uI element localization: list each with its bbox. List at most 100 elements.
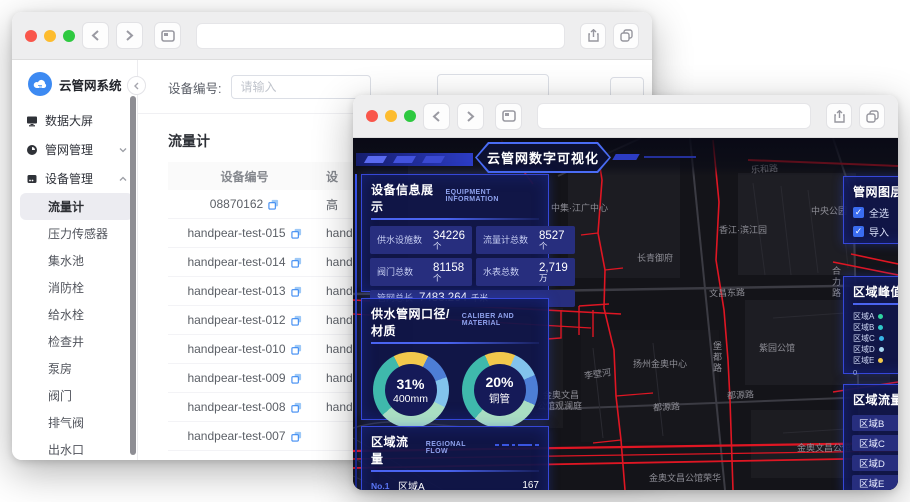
sidebar-collapse-button[interactable] bbox=[127, 76, 146, 95]
zoom-window-button[interactable] bbox=[63, 29, 75, 42]
device-number-input[interactable] bbox=[231, 75, 372, 99]
sidebar-item-flow-meter[interactable]: 流量计 bbox=[20, 193, 133, 220]
deco-line bbox=[644, 156, 696, 158]
sidebar-item-label: 数据大屏 bbox=[45, 114, 94, 128]
checkbox-checked-icon[interactable]: ✓ bbox=[853, 226, 864, 237]
poi-label: 紫园公馆 bbox=[759, 343, 796, 353]
title-underline bbox=[371, 470, 539, 472]
copy-icon[interactable] bbox=[290, 402, 302, 413]
panel-title: 区域流量 bbox=[853, 393, 898, 407]
stat-water-facilities: 供水设施数 34226 个 bbox=[370, 226, 472, 254]
tab-overview-icon[interactable] bbox=[154, 22, 181, 49]
address-bar[interactable] bbox=[537, 103, 811, 129]
poi-label: 香江·滨江园 bbox=[719, 225, 767, 235]
back-button[interactable] bbox=[423, 102, 450, 130]
regional-peak-panel: 区域峰值 区域A 区域B 区域C 区域D 区域E 0 bbox=[843, 276, 898, 377]
legend-dot bbox=[878, 346, 884, 352]
sidebar-scrollbar[interactable] bbox=[130, 96, 136, 455]
address-bar[interactable] bbox=[196, 22, 565, 49]
browser-chrome bbox=[353, 95, 898, 138]
panel-title: 供水管网口径/材质 bbox=[371, 307, 450, 338]
filter-bar: 设备编号: bbox=[138, 60, 652, 101]
stat-water-meters: 水表总数 2,719 万 bbox=[475, 258, 575, 286]
panel-subtitle: REGIONAL FLOW bbox=[425, 441, 466, 455]
browser-chrome bbox=[12, 12, 652, 60]
zoom-window-button[interactable] bbox=[404, 110, 416, 122]
title-underline bbox=[371, 342, 539, 344]
sidebar-item-pressure-sensor[interactable]: 压力传感器 bbox=[12, 220, 137, 247]
back-button[interactable] bbox=[82, 22, 109, 49]
copy-icon[interactable] bbox=[290, 315, 302, 326]
deco-chip bbox=[421, 156, 446, 163]
sidebar-item-pipe-management[interactable]: 管网管理 bbox=[12, 135, 137, 164]
dashboard-title: 云管网数字可视化 bbox=[486, 151, 599, 166]
sidebar-item-inspection-well[interactable]: 检查井 bbox=[12, 328, 137, 355]
device-number-label: 设备编号: bbox=[168, 81, 222, 96]
close-window-button[interactable] bbox=[366, 110, 378, 122]
tabs-copy-icon[interactable] bbox=[613, 22, 639, 49]
legend-item: 区域C bbox=[844, 333, 898, 343]
caliber-donut-chart: 31% 400mm bbox=[372, 352, 449, 428]
stat-flow-meters: 流量计总数 8527 个 bbox=[475, 226, 575, 254]
title-underline bbox=[371, 218, 539, 220]
copy-icon[interactable] bbox=[290, 373, 302, 384]
layer-import[interactable]: ✓ 导入 bbox=[844, 222, 898, 241]
tab-overview-icon[interactable] bbox=[495, 102, 522, 130]
sidebar-item-outlet[interactable]: 出水口 bbox=[12, 436, 137, 460]
checkbox-checked-icon[interactable]: ✓ bbox=[853, 207, 864, 218]
sidebar-item-device-management[interactable]: 设备管理 bbox=[12, 164, 137, 193]
visualization-dashboard: 乐和路 中集·江广中心 香江·滨江园 中央公园 长青御府 文昌东路 合力路 堡都… bbox=[353, 138, 898, 490]
region-list-item[interactable]: 区域C bbox=[852, 435, 898, 451]
sidebar-item-label: 设备管理 bbox=[45, 172, 94, 186]
chevron-up-icon bbox=[119, 176, 127, 182]
street-label: 堡都路 bbox=[712, 341, 722, 374]
street-label: 都源路 bbox=[652, 401, 681, 413]
sidebar-item-water-hydrant[interactable]: 给水栓 bbox=[12, 301, 137, 328]
equipment-stats-grid: 供水设施数 34226 个 流量计总数 8527 个 阀门总数 81158 个 水表总… bbox=[362, 226, 575, 307]
forward-button[interactable] bbox=[457, 102, 484, 130]
street-label: 合力路 bbox=[831, 266, 841, 299]
region-list-item[interactable]: 区域B bbox=[852, 415, 898, 431]
share-icon[interactable] bbox=[580, 22, 606, 49]
sidebar-item-data-screen[interactable]: 数据大屏 bbox=[12, 106, 137, 135]
sidebar-item-pump-house[interactable]: 泵房 bbox=[12, 355, 137, 382]
deco-chip bbox=[363, 156, 388, 163]
col-device-number: 设备编号 bbox=[220, 169, 269, 184]
deco-chip bbox=[612, 154, 640, 160]
share-icon[interactable] bbox=[826, 103, 852, 129]
minimize-window-button[interactable] bbox=[44, 29, 56, 42]
poi-label: 金奥文昌公馆荣华 bbox=[649, 473, 722, 483]
sidebar-item-catch-basin[interactable]: 集水池 bbox=[12, 247, 137, 274]
deco-chip bbox=[392, 156, 417, 163]
device-icon bbox=[27, 174, 37, 183]
sidebar-item-exhaust-valve[interactable]: 排气阀 bbox=[12, 409, 137, 436]
sidebar-item-valve[interactable]: 阀门 bbox=[12, 382, 137, 409]
copy-icon[interactable] bbox=[290, 286, 302, 297]
sidebar-item-fire-hydrant[interactable]: 消防栓 bbox=[12, 274, 137, 301]
panel-title: 区域峰值 bbox=[853, 285, 898, 299]
copy-icon[interactable] bbox=[268, 199, 279, 210]
sidebar-item-label: 管网管理 bbox=[45, 143, 94, 157]
region-list-item[interactable]: 区域E bbox=[852, 475, 898, 490]
legend-dot bbox=[878, 335, 884, 341]
left-accent-line bbox=[355, 174, 357, 488]
copy-icon[interactable] bbox=[290, 431, 302, 442]
panel-subtitle: CALIBER AND MATERIAL bbox=[461, 313, 515, 327]
monitor-icon bbox=[27, 116, 37, 126]
close-window-button[interactable] bbox=[25, 29, 37, 42]
copy-icon[interactable] bbox=[290, 228, 302, 239]
poi-label: 长青御府 bbox=[637, 253, 674, 263]
panel-title: 管网图层 bbox=[853, 185, 898, 199]
layer-select-all[interactable]: ✓ 全选 bbox=[844, 203, 898, 222]
copy-icon[interactable] bbox=[290, 257, 302, 268]
chevron-down-icon bbox=[119, 147, 127, 153]
tabs-copy-icon[interactable] bbox=[859, 103, 885, 129]
forward-button[interactable] bbox=[116, 22, 143, 49]
minimize-window-button[interactable] bbox=[385, 110, 397, 122]
legend-dot bbox=[878, 313, 884, 319]
flow-rank-row: No.1 区域A 167 bbox=[371, 480, 539, 490]
region-list-item[interactable]: 区域D bbox=[852, 455, 898, 471]
copy-icon[interactable] bbox=[290, 344, 302, 355]
dashboard-title-frame: 云管网数字可视化 bbox=[475, 142, 611, 173]
regional-flow-panel: 区域流量 REGIONAL FLOW No.1 区域A 167 No.2 区域C bbox=[361, 426, 549, 490]
